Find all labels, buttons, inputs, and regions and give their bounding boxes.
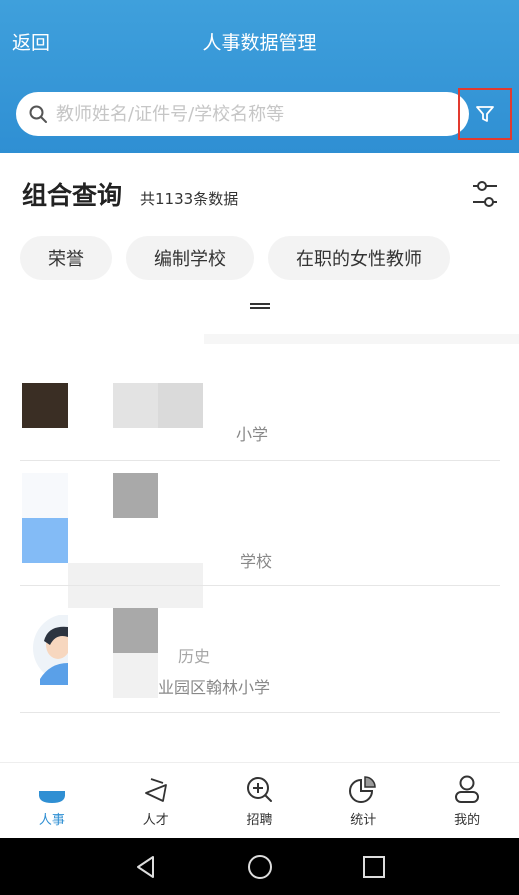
list-fade xyxy=(204,334,519,344)
avatar xyxy=(22,473,68,518)
chip-female-teacher[interactable]: 在职的女性教师 xyxy=(268,236,450,280)
school-name: 小学 xyxy=(236,425,269,444)
bottom-tab-bar: 人事 人才 招聘 统计 我的 xyxy=(0,762,519,838)
screen: 返回 人事数据管理 组合查询 共1133条数据 荣誉 编制学校 在职的女性教师 xyxy=(0,0,519,895)
search-bar xyxy=(16,92,469,136)
query-title: 组合查询 xyxy=(22,181,123,210)
tab-label: 人事 xyxy=(38,813,65,828)
header: 返回 人事数据管理 xyxy=(0,0,519,153)
filter-button[interactable] xyxy=(458,88,512,140)
search-icon xyxy=(29,105,47,123)
tab-recruit[interactable]: 招聘 xyxy=(208,763,312,838)
name-mask xyxy=(158,383,203,428)
avatar xyxy=(22,518,68,563)
name-mask xyxy=(113,608,158,653)
tab-label: 人才 xyxy=(142,813,169,828)
drag-handle-icon[interactable] xyxy=(248,302,272,310)
filter-chips: 荣誉 编制学校 在职的女性教师 xyxy=(20,236,450,280)
search-plus-icon xyxy=(247,777,273,802)
divider xyxy=(20,460,500,461)
search-input[interactable] xyxy=(48,92,469,136)
page-title: 人事数据管理 xyxy=(202,32,317,54)
graduation-cap-icon xyxy=(144,778,167,802)
person-card-icon xyxy=(38,791,65,803)
divider xyxy=(20,585,500,586)
tab-talent[interactable]: 人才 xyxy=(104,763,208,838)
avatar xyxy=(22,383,68,428)
recents-square-icon[interactable] xyxy=(361,854,387,880)
mask-block xyxy=(113,653,158,698)
home-circle-icon[interactable] xyxy=(247,854,273,880)
tab-mine[interactable]: 我的 xyxy=(415,763,519,838)
query-header: 组合查询 共1133条数据 xyxy=(22,176,238,216)
name-mask xyxy=(113,473,158,518)
school-name: 学校 xyxy=(240,552,273,571)
avatar xyxy=(33,615,68,685)
settings-sliders-icon[interactable] xyxy=(470,178,500,210)
tab-label: 统计 xyxy=(350,813,377,828)
tab-personnel[interactable]: 人事 xyxy=(0,763,104,838)
tab-statistics[interactable]: 统计 xyxy=(311,763,415,838)
name-mask xyxy=(113,383,158,428)
pie-chart-icon xyxy=(349,776,377,803)
user-icon xyxy=(455,775,480,803)
tab-label: 我的 xyxy=(454,813,481,828)
filter-icon xyxy=(476,106,494,122)
school-name: 业园区翰林小学 xyxy=(158,678,271,697)
record-count: 共1133条数据 xyxy=(140,190,239,208)
system-nav-bar xyxy=(0,838,519,895)
divider xyxy=(20,712,500,713)
chip-honor[interactable]: 荣誉 xyxy=(20,236,112,280)
tab-label: 招聘 xyxy=(246,813,273,828)
chip-school[interactable]: 编制学校 xyxy=(126,236,254,280)
back-triangle-icon[interactable] xyxy=(133,854,159,880)
subject-name: 历史 xyxy=(178,647,211,666)
